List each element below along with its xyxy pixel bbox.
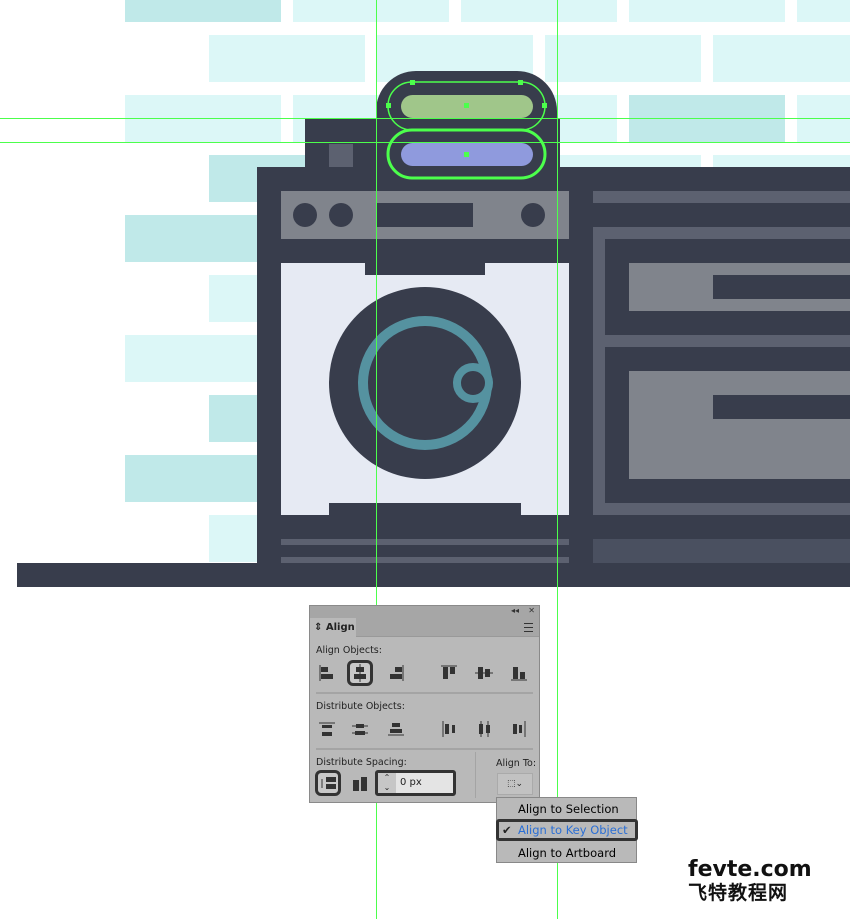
checkmark-icon: ✔: [502, 823, 512, 837]
distribute-spacing-label: Distribute Spacing:: [316, 757, 407, 768]
spinner-icon[interactable]: ⌃ ⌄: [378, 773, 396, 793]
distribute-left-button[interactable]: [439, 719, 459, 739]
vertical-distribute-space-button[interactable]: [315, 770, 341, 796]
align-to-menu: Align to Selection ✔ Align to Key Object …: [496, 797, 638, 864]
wall-tile: [629, 0, 785, 22]
knob: [329, 203, 353, 227]
distribute-horizontal-center-button[interactable]: [474, 719, 494, 739]
knob: [521, 203, 545, 227]
align-horizontal-center-button[interactable]: [347, 660, 373, 686]
spacing-input[interactable]: ⌃ ⌄ 0 px: [375, 770, 456, 796]
watermark-logo: fevte.com 飞特教程网: [688, 857, 812, 905]
wall-tile: [797, 0, 850, 22]
align-bottom-button[interactable]: [509, 663, 529, 683]
align-vertical-center-button[interactable]: [474, 663, 494, 683]
wall-tile: [125, 0, 281, 22]
distribute-objects-label: Distribute Objects:: [316, 701, 405, 712]
horizontal-distribute-space-button[interactable]: [350, 773, 370, 793]
distribute-vertical-center-button[interactable]: [350, 719, 370, 739]
tab-align[interactable]: ⇕ Align: [310, 618, 356, 637]
floor: [17, 563, 850, 587]
align-panel: ◂◂ ✕ ⇕ Align Align Objects: Distribute Ob…: [309, 605, 540, 803]
align-right-button[interactable]: [386, 663, 406, 683]
key-object-icon: ⬚⌄: [506, 779, 524, 789]
distribute-top-button[interactable]: [317, 719, 337, 739]
align-to-dropdown[interactable]: ⬚⌄: [497, 773, 533, 795]
panel-menu-icon[interactable]: [524, 623, 533, 632]
wall-tile: [293, 0, 449, 22]
wall-tile: [545, 35, 701, 82]
align-left-button[interactable]: [317, 663, 337, 683]
menu-item-align-to-artboard[interactable]: Align to Artboard: [497, 842, 636, 864]
knob: [293, 203, 317, 227]
wall-tile: [713, 35, 850, 82]
distribute-right-button[interactable]: [509, 719, 529, 739]
close-icon[interactable]: ✕: [528, 606, 535, 615]
wall-tile: [209, 35, 365, 82]
display: [377, 203, 473, 227]
wall-tile: [461, 0, 617, 22]
menu-item-align-to-selection[interactable]: Align to Selection: [497, 798, 636, 820]
align-to-label: Align To:: [496, 758, 537, 769]
washer-illustration: [17, 71, 850, 587]
distribute-bottom-button[interactable]: [386, 719, 406, 739]
align-top-button[interactable]: [439, 663, 459, 683]
collapse-icon[interactable]: ◂◂: [511, 606, 519, 615]
menu-item-align-to-key-object[interactable]: ✔ Align to Key Object: [496, 819, 638, 841]
align-objects-label: Align Objects:: [316, 645, 382, 656]
